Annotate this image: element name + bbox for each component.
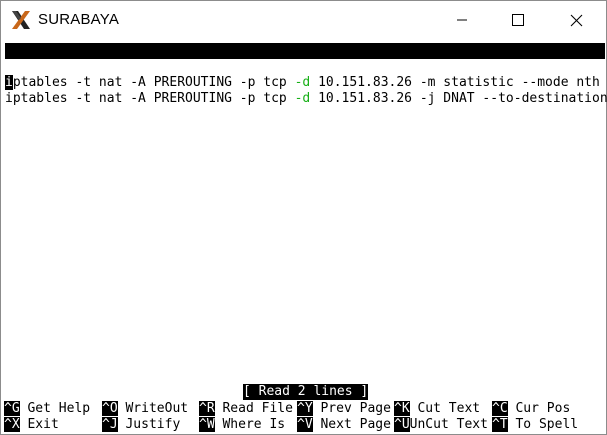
- minimize-icon: [457, 19, 467, 21]
- window-title: SURABAYA: [38, 11, 120, 28]
- maximize-icon: [512, 14, 524, 26]
- shortcut-label: To Spell: [515, 417, 579, 432]
- shortcut-label: WriteOut: [125, 401, 189, 416]
- shortcut-cut-text[interactable]: ^K Cut Text: [394, 401, 480, 417]
- title-bar[interactable]: SURABAYA: [1, 1, 606, 39]
- shortcut-label: Get Help: [27, 401, 91, 416]
- shortcut-key: ^K: [394, 401, 410, 416]
- shortcut-label: Where Is: [222, 417, 286, 432]
- shortcut-exit[interactable]: ^X Exit: [4, 417, 59, 433]
- shortcut-key: ^T: [492, 417, 508, 432]
- minimize-button[interactable]: [439, 1, 485, 39]
- line-flag: -d: [294, 91, 311, 106]
- shortcut-label: Next Page: [320, 417, 391, 432]
- line-text: iptables -t nat -A PREROUTING -p tcp: [5, 91, 295, 106]
- terminal-window: SURABAYA GNU nano 2.2.6 File: no6.sh ipt…: [0, 0, 607, 435]
- shortcut-label: Exit: [27, 417, 59, 432]
- shortcut-key: ^Y: [297, 401, 313, 416]
- shortcut-next-page[interactable]: ^V Next Page: [297, 417, 391, 433]
- shortcut-writeout[interactable]: ^O WriteOut: [102, 401, 188, 417]
- shortcut-get-help[interactable]: ^G Get Help: [4, 401, 90, 417]
- shortcut-key: ^O: [102, 401, 118, 416]
- nano-header-bar: GNU nano 2.2.6 File: no6.sh: [5, 43, 605, 90]
- shortcut-label: Justify: [125, 417, 181, 432]
- line-text-rest: 10.151.83.26 -j DNAT --to-destination 1$: [310, 91, 607, 106]
- shortcut-key: ^V: [297, 417, 313, 432]
- shortcut-key: ^C: [492, 401, 508, 416]
- close-button[interactable]: [553, 1, 599, 39]
- close-icon: [570, 14, 582, 26]
- shortcut-key: ^J: [102, 417, 118, 432]
- shortcut-key: ^X: [4, 417, 20, 432]
- shortcut-label: UnCut Text: [409, 417, 488, 432]
- shortcut-key: ^U: [394, 417, 410, 432]
- shortcut-key: ^W: [199, 417, 215, 432]
- app-x-icon: [10, 9, 32, 31]
- nano-editor[interactable]: GNU nano 2.2.6 File: no6.sh iptables -t …: [2, 39, 607, 434]
- nano-version: GNU nano 2.2.6: [21, 59, 131, 74]
- line-flag: -d: [294, 75, 311, 90]
- shortcut-uncut-text[interactable]: ^UUnCut Text: [394, 417, 488, 433]
- shortcut-key: ^R: [199, 401, 215, 416]
- shortcut-read-file[interactable]: ^R Read File: [199, 401, 293, 417]
- shortcut-justify[interactable]: ^J Justify: [102, 417, 180, 433]
- text-line-1[interactable]: iptables -t nat -A PREROUTING -p tcp -d …: [5, 75, 607, 91]
- maximize-button[interactable]: [495, 1, 541, 39]
- shortcut-label: Prev Page: [320, 401, 391, 416]
- shortcut-label: Cut Text: [417, 401, 481, 416]
- shortcut-where-is[interactable]: ^W Where Is: [199, 417, 285, 433]
- shortcut-prev-page[interactable]: ^Y Prev Page: [297, 401, 391, 417]
- text-cursor: i: [5, 75, 13, 90]
- shortcut-cur-pos[interactable]: ^C Cur Pos: [492, 401, 570, 417]
- shortcut-to-spell[interactable]: ^T To Spell: [492, 417, 578, 433]
- shortcut-label: Read File: [222, 401, 293, 416]
- line-text: ptables -t nat -A PREROUTING -p tcp: [12, 75, 295, 90]
- shortcut-key: ^G: [4, 401, 20, 416]
- line-text-rest: 10.151.83.26 -m statistic --mode nth --$: [310, 75, 607, 90]
- shortcut-label: Cur Pos: [515, 401, 571, 416]
- text-line-2[interactable]: iptables -t nat -A PREROUTING -p tcp -d …: [5, 91, 607, 107]
- status-message: [ Read 2 lines ]: [243, 384, 369, 400]
